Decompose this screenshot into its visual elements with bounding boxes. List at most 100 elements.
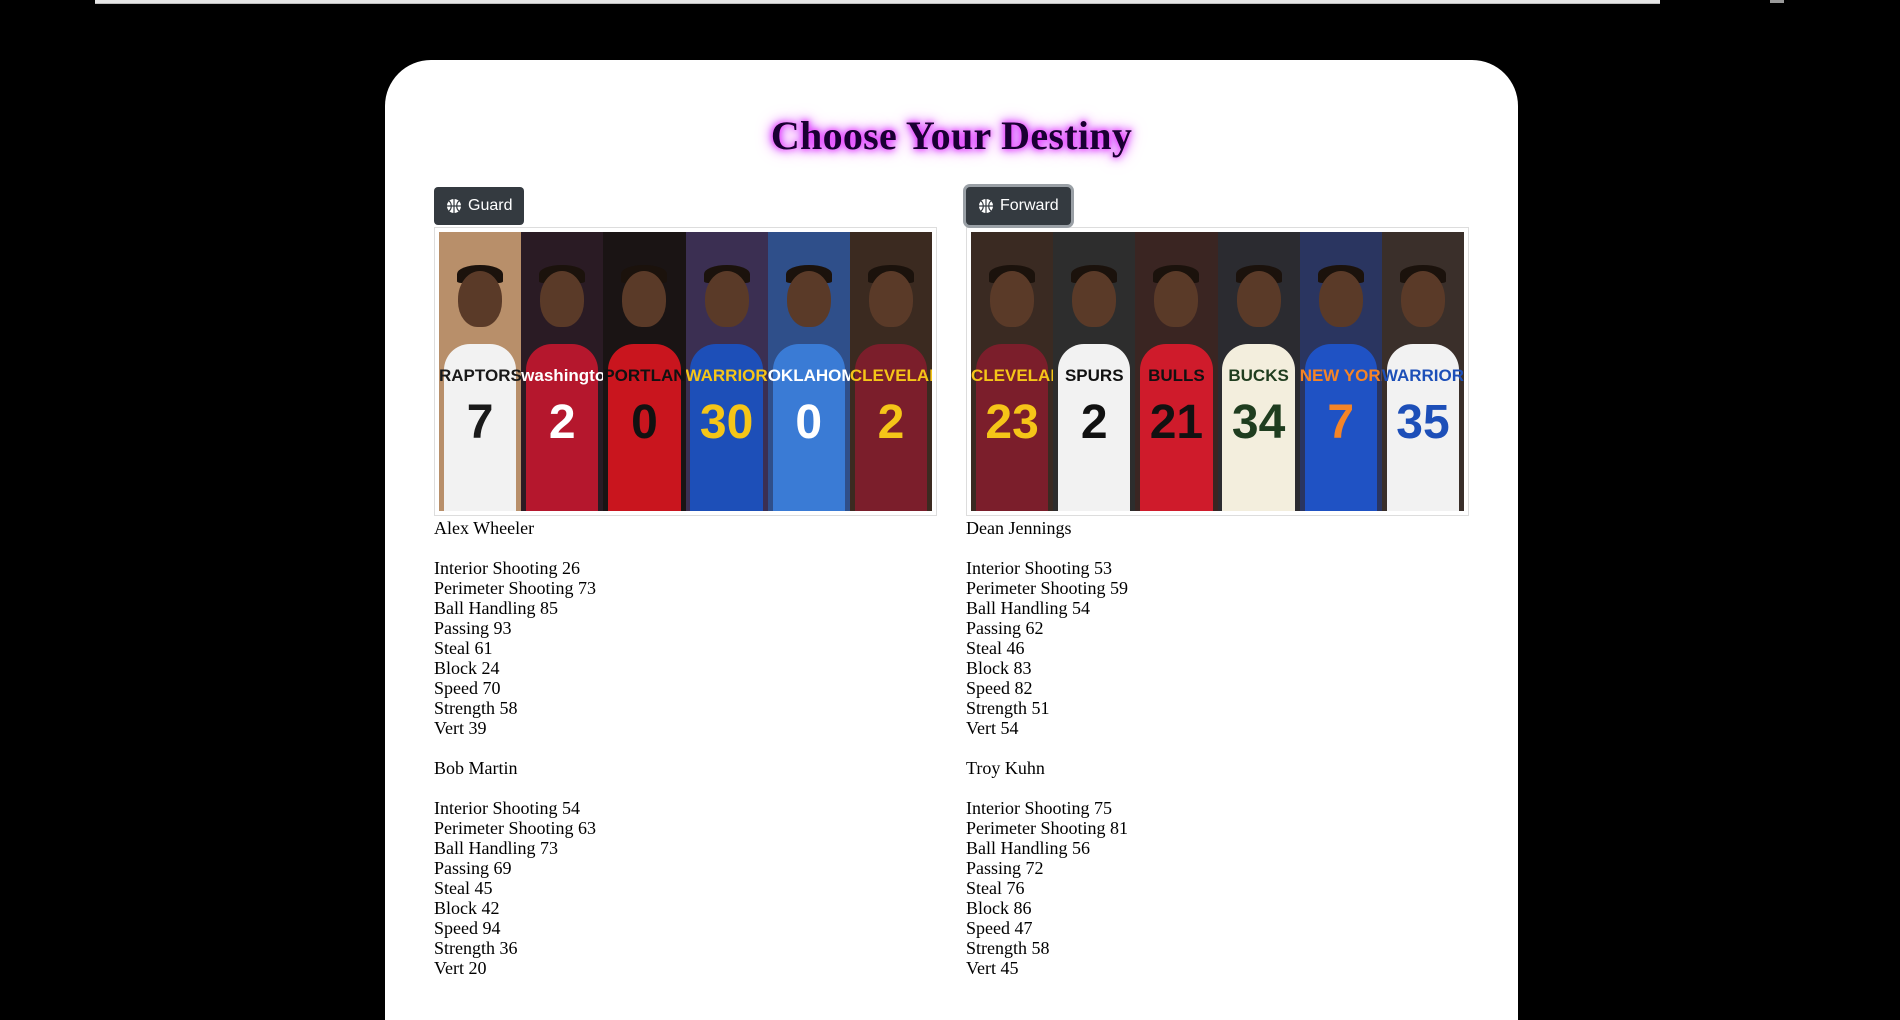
- main-card: Choose Your Destiny Guard RAPTORS 7 washin…: [385, 60, 1518, 1020]
- stat-line: Interior Shooting 54: [434, 798, 580, 818]
- browser-scrollbar-track[interactable]: [95, 0, 1660, 4]
- stat-line: Strength 58: [966, 938, 1050, 958]
- guard-column: Guard RAPTORS 7 washington 2 PORTLAND 0 WARRIO…: [434, 187, 937, 998]
- player-head: [786, 271, 831, 328]
- player-name: Alex Wheeler: [434, 518, 535, 538]
- player-name: Dean Jennings: [966, 518, 1072, 538]
- forward-photo-strip: CLEVELAND 23 SPURS 2 BULLS 21 BUCKS 34 NEW YORK 7…: [971, 232, 1465, 511]
- player-photo-tile: washington 2: [521, 232, 604, 511]
- player-stats-list: Interior Shooting 75 Perimeter Shooting 8…: [966, 798, 1469, 978]
- stat-line: Interior Shooting 53: [966, 558, 1112, 578]
- player-head: [1154, 271, 1199, 328]
- jersey-number: 2: [1080, 396, 1108, 450]
- stat-line: Passing 93: [434, 618, 512, 638]
- guard-button-label: Guard: [468, 197, 513, 214]
- stat-line: Interior Shooting 75: [966, 798, 1112, 818]
- player-head: [1400, 271, 1445, 328]
- player-name: Troy Kuhn: [966, 758, 1045, 778]
- jersey-team-text: BUCKS: [1228, 365, 1289, 385]
- player-name: Bob Martin: [434, 758, 518, 778]
- jersey-number: 21: [1149, 396, 1204, 450]
- forward-button[interactable]: Forward: [966, 187, 1071, 225]
- guard-players-image: RAPTORS7washington2PORTLAND0WARRIORS30OK…: [434, 227, 937, 516]
- player-photo-tile: CLEVELAND 23: [971, 232, 1054, 511]
- jersey-number: 34: [1231, 396, 1286, 450]
- guard-photo-strip: RAPTORS7washington2PORTLAND0WARRIORS30OK…: [439, 232, 933, 511]
- player-photo-tile: OKLAHOMA CITY 0: [767, 232, 850, 511]
- jersey-team-text: WARRIORS: [1381, 365, 1465, 385]
- player-head: [1236, 271, 1281, 328]
- stat-line: Strength 51: [966, 698, 1050, 718]
- jersey-team-text: OKLAHOMA CITY: [767, 365, 850, 385]
- jersey-team-text: washington: [521, 365, 604, 385]
- browser-scrollbar-thumb[interactable]: [1770, 0, 1784, 3]
- jersey-number: 7: [1327, 396, 1355, 450]
- stat-line: Block 83: [966, 658, 1032, 678]
- stat-line: Ball Handling 56: [966, 838, 1090, 858]
- player-photo-tile: BULLS 21: [1135, 232, 1218, 511]
- stat-line: Speed 94: [434, 918, 501, 938]
- jersey-number: 0: [795, 396, 823, 450]
- stat-line: Steal 46: [966, 638, 1025, 658]
- stat-line: Ball Handling 85: [434, 598, 558, 618]
- jersey-number: 35: [1396, 396, 1450, 450]
- jersey-team-text: CLEVELAND: [849, 365, 932, 385]
- stat-line: Perimeter Shooting 59: [966, 578, 1128, 598]
- stat-line: Interior Shooting 26: [434, 558, 580, 578]
- jersey-number: 2: [877, 396, 905, 450]
- player-photo-tile: WARRIORS 35: [1381, 232, 1465, 511]
- stat-line: Passing 72: [966, 858, 1044, 878]
- player-head: [622, 271, 667, 328]
- stat-line: Ball Handling 54: [966, 598, 1090, 618]
- player-head: [1072, 271, 1117, 328]
- stat-line: Vert 20: [434, 958, 487, 978]
- stat-line: Perimeter Shooting 73: [434, 578, 596, 598]
- forward-column: Forward CLEVELAND 23 SPURS 2 BULLS 21 BUCKS 34N…: [966, 187, 1469, 998]
- stat-line: Speed 70: [434, 678, 501, 698]
- stat-line: Vert 54: [966, 718, 1019, 738]
- player-photo-tile: WARRIORS 30: [685, 232, 768, 511]
- stat-line: Perimeter Shooting 63: [434, 818, 596, 838]
- player-stats-list: Interior Shooting 54 Perimeter Shooting 6…: [434, 798, 937, 978]
- player-photo-tile: SPURS 2: [1053, 232, 1136, 511]
- player-photo-tile: RAPTORS 7: [439, 232, 522, 511]
- stat-line: Vert 45: [966, 958, 1019, 978]
- stat-line: Strength 36: [434, 938, 518, 958]
- stat-line: Speed 82: [966, 678, 1033, 698]
- player-stats-list: Interior Shooting 53 Perimeter Shooting 5…: [966, 558, 1469, 738]
- stat-line: Steal 76: [966, 878, 1025, 898]
- player-head: [1318, 271, 1363, 328]
- player-head: [868, 271, 913, 328]
- player-head: [990, 271, 1035, 328]
- player-photo-tile: NEW YORK 7: [1299, 232, 1382, 511]
- guard-player-list: Alex Wheeler Interior Shooting 26 Perimete…: [434, 518, 937, 978]
- forward-players-image: CLEVELAND 23 SPURS 2 BULLS 21 BUCKS 34 NEW YORK 7…: [966, 227, 1469, 516]
- jersey-team-text: SPURS: [1064, 365, 1124, 385]
- jersey-number: 7: [466, 396, 494, 450]
- player-photo-tile: BUCKS 34: [1217, 232, 1300, 511]
- jersey-team-text: WARRIORS: [685, 365, 768, 385]
- stat-line: Steal 61: [434, 638, 493, 658]
- player-photo-tile: CLEVELAND 2: [849, 232, 933, 511]
- stat-line: Block 42: [434, 898, 500, 918]
- player-stats-list: Interior Shooting 26 Perimeter Shooting 7…: [434, 558, 937, 738]
- stat-line: Passing 62: [966, 618, 1044, 638]
- player-head: [540, 271, 585, 328]
- jersey-number: 0: [631, 396, 658, 450]
- stat-line: Block 24: [434, 658, 500, 678]
- jersey-number: 30: [699, 396, 754, 450]
- stat-line: Block 86: [966, 898, 1032, 918]
- basketball-icon: [446, 198, 462, 214]
- jersey-team-text: CLEVELAND: [971, 365, 1053, 385]
- jersey-team-text: BULLS: [1148, 365, 1205, 385]
- jersey-number: 23: [985, 396, 1039, 450]
- guard-button[interactable]: Guard: [434, 187, 525, 225]
- stat-line: Steal 45: [434, 878, 493, 898]
- basketball-icon: [978, 198, 994, 214]
- stat-line: Vert 39: [434, 718, 487, 738]
- stat-line: Strength 58: [434, 698, 518, 718]
- page-title: Choose Your Destiny: [770, 113, 1133, 158]
- jersey-team-text: RAPTORS: [439, 365, 522, 385]
- stat-line: Passing 69: [434, 858, 512, 878]
- player-photo-tile: PORTLAND 0: [603, 232, 686, 511]
